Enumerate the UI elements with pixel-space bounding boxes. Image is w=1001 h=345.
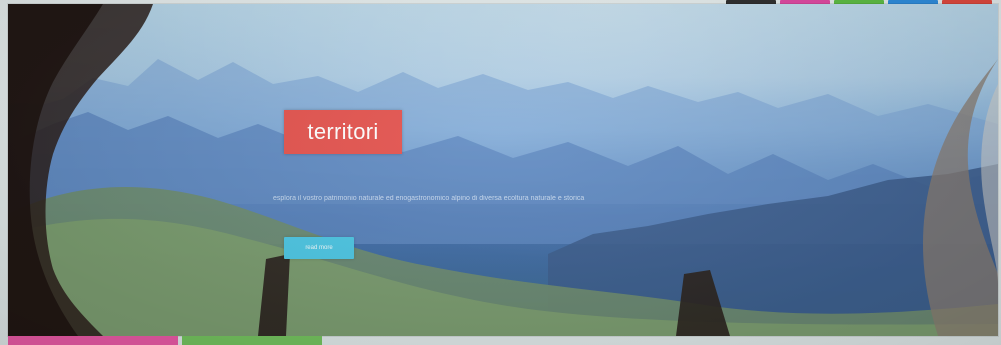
hero-description: esplora il vostro patrimonio naturale ed… [273, 195, 585, 202]
bottom-green-strip [182, 336, 322, 345]
projected-screen: map events attivita itinerari sport [0, 0, 1001, 345]
mountain-landscape-image [8, 4, 998, 336]
bottom-pink-strip [8, 336, 178, 345]
read-more-button[interactable]: read more [284, 237, 354, 259]
hero-title: territori [284, 110, 402, 154]
hero-banner: territori esplora il vostro patrimonio n… [8, 4, 998, 336]
